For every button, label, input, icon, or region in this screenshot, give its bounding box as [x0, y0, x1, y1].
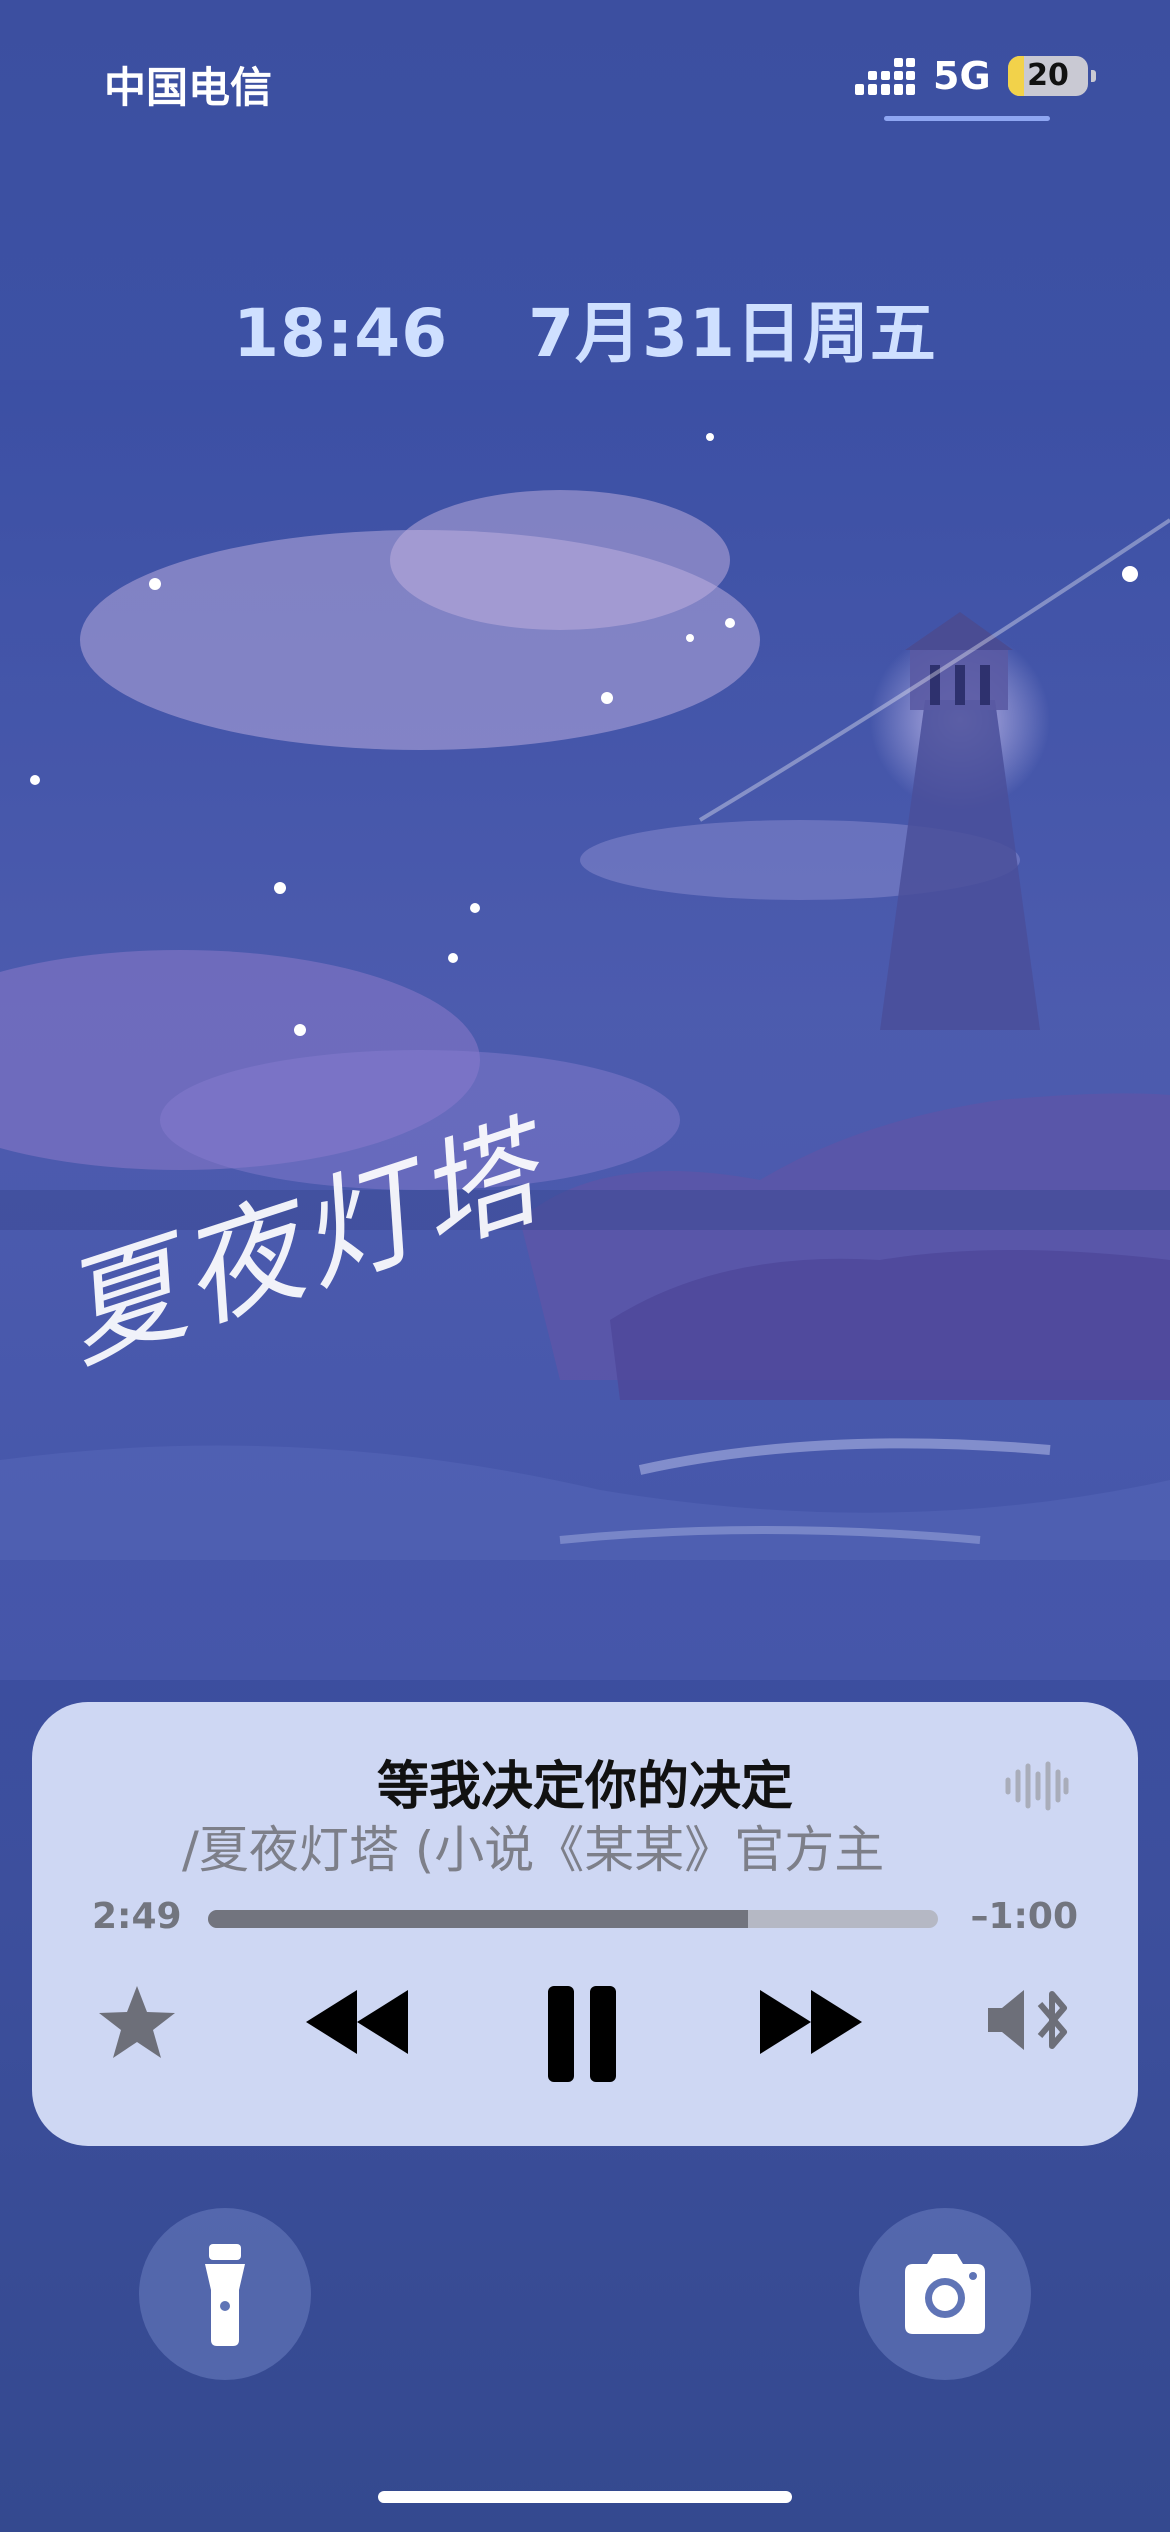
battery-level: 20: [1027, 58, 1069, 93]
speaker-bluetooth-icon[interactable]: [984, 1982, 1080, 2058]
rewind-icon[interactable]: [302, 1982, 412, 2062]
star-icon[interactable]: [96, 1982, 178, 2064]
camera-button[interactable]: [859, 2208, 1031, 2380]
home-indicator[interactable]: [378, 2491, 792, 2503]
camera-icon: [905, 2254, 985, 2334]
progress-scrubber[interactable]: [208, 1910, 938, 1928]
track-title: 等我决定你的决定: [376, 1757, 793, 1817]
remaining-time: –1:00: [970, 1896, 1078, 1937]
lock-time: 18:46: [233, 295, 449, 372]
now-playing-widget[interactable]: 等我决定你的决定 /夏夜灯塔 (小说《某某》官方主 2:49 –1:00: [32, 1702, 1138, 2146]
waveform-icon[interactable]: [1004, 1760, 1070, 1812]
battery-icon: 20: [1008, 56, 1088, 96]
track-subtitle: /夏夜灯塔 (小说《某某》官方主: [182, 1821, 885, 1879]
battery-cap: [1091, 70, 1096, 82]
progress-fill: [208, 1910, 749, 1928]
network-type: 5G: [933, 54, 991, 98]
status-indicator-bar: [884, 116, 1050, 121]
signal-strength-icon: [855, 58, 915, 95]
lock-datetime: 18:46 7月31日周五: [0, 280, 1170, 376]
status-bar: 中国电信 5G 20: [0, 0, 1170, 150]
fast-forward-icon[interactable]: [756, 1982, 866, 2062]
lock-date: 7月31日周五: [528, 295, 937, 372]
flashlight-icon: [205, 2244, 245, 2346]
elapsed-time: 2:49: [92, 1896, 182, 1937]
pause-icon[interactable]: [542, 1982, 622, 2086]
flashlight-button[interactable]: [139, 2208, 311, 2380]
carrier-label: 中国电信: [104, 63, 273, 112]
